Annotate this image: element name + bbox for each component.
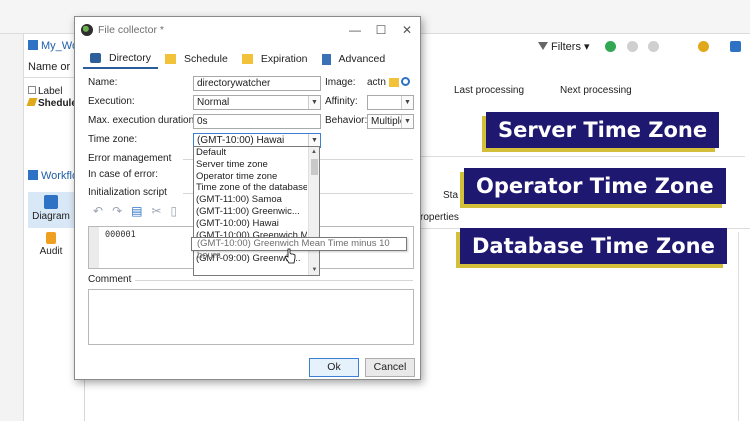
tab-advanced[interactable]: Advanced — [315, 49, 393, 69]
timezone-option[interactable]: Default — [194, 147, 307, 159]
behavior-label: Behavior: — [325, 115, 368, 126]
affinity-select[interactable]: ▼ — [367, 95, 414, 110]
pencil-icon — [26, 98, 38, 106]
caption-database-time-zone: Database Time Zone — [460, 228, 727, 264]
vertical-scrollbar[interactable] — [738, 232, 748, 421]
ok-button[interactable]: Ok — [309, 358, 359, 377]
undo-icon[interactable]: ↶ — [93, 204, 103, 218]
chevron-down-icon: ▼ — [401, 96, 413, 109]
briefcase-icon — [90, 53, 101, 63]
chevron-up-icon[interactable]: ▲ — [309, 147, 319, 157]
close-icon[interactable]: ✕ — [394, 23, 420, 37]
paste-icon[interactable]: ▯ — [171, 204, 178, 218]
tree-item-sheduler[interactable]: Sheduler — [26, 98, 81, 109]
max-duration-label: Max. execution duration: — [88, 115, 197, 126]
tab-expiration[interactable]: Expiration — [235, 49, 315, 69]
comment-textarea[interactable] — [88, 289, 414, 345]
tree-item-label[interactable]: Label — [28, 86, 62, 97]
stop-icon[interactable] — [627, 41, 638, 52]
search-icon[interactable] — [401, 77, 410, 86]
minimize-icon[interactable]: — — [342, 23, 368, 37]
sidebar-audit-button[interactable]: Audit — [28, 232, 74, 257]
clipboard-icon — [321, 53, 331, 65]
diagram-icon — [44, 195, 58, 209]
audit-icon — [46, 232, 56, 244]
dialog-titlebar[interactable]: File collector * — ☐ ✕ — [75, 17, 420, 43]
behavior-select[interactable]: Multiple ▼ — [367, 114, 414, 129]
timezone-label: Time zone: — [88, 134, 138, 145]
dialog-title: File collector * — [98, 24, 164, 36]
pause-icon[interactable] — [648, 41, 659, 52]
left-strip — [0, 34, 24, 421]
timezone-tooltip: (GMT-10:00) Greenwich Mean Time minus 10… — [191, 237, 407, 261]
properties-label: roperties — [420, 212, 459, 223]
grid-divider — [420, 156, 745, 157]
name-label: Name: — [88, 77, 118, 88]
chevron-down-icon: ▼ — [308, 96, 320, 109]
hand-cursor-icon — [284, 248, 296, 264]
column-header: Last processing Next processing — [420, 84, 742, 100]
column-next-processing[interactable]: Next processing — [560, 85, 632, 96]
max-duration-input[interactable]: 0s — [193, 114, 321, 129]
funnel-icon — [538, 42, 548, 50]
dropdown-scrollbar[interactable]: ▲ ▼ — [308, 147, 319, 275]
folder-icon[interactable] — [389, 78, 399, 87]
execution-select[interactable]: Normal ▼ — [193, 95, 321, 110]
timezone-option[interactable]: (GMT-10:00) Hawai — [194, 218, 307, 230]
sta-label: Sta — [443, 190, 459, 201]
in-case-of-error-label: In case of error: — [88, 169, 159, 180]
caption-operator-time-zone: Operator Time Zone — [464, 168, 726, 204]
folder-icon — [165, 54, 177, 64]
tab-directory[interactable]: Directory — [83, 49, 159, 69]
maximize-icon[interactable]: ☐ — [368, 23, 394, 37]
window-controls: — ☐ ✕ — [342, 23, 420, 37]
copy-icon[interactable]: ▤ — [131, 204, 142, 218]
workflow-tab[interactable]: Workflo — [28, 170, 78, 182]
gear-icon[interactable] — [698, 41, 709, 52]
image-input[interactable]: actn — [366, 76, 390, 91]
folder-icon — [241, 54, 253, 64]
chevron-down-icon[interactable]: ▼ — [309, 265, 320, 275]
timezone-option[interactable]: (GMT-11:00) Greenwic... — [194, 206, 307, 218]
timezone-option[interactable]: Operator time zone — [194, 171, 307, 183]
grid-icon[interactable] — [730, 41, 741, 52]
init-script-label: Initialization script — [88, 187, 167, 198]
cancel-button[interactable]: Cancel — [365, 358, 415, 377]
script-gutter — [89, 227, 99, 268]
left-tab-my-workflow[interactable]: My_Wo — [28, 40, 78, 52]
app-logo-icon — [81, 24, 93, 36]
sidebar-diagram-button[interactable]: Diagram — [28, 192, 74, 228]
name-input[interactable]: directorywatcher — [193, 76, 321, 91]
workflow-icon — [28, 40, 38, 50]
comment-label: Comment — [88, 274, 132, 285]
execution-label: Execution: — [88, 96, 135, 107]
image-label: Image: — [325, 77, 356, 88]
workflow-icon — [28, 170, 38, 180]
timezone-option[interactable]: (GMT-11:00) Samoa — [194, 194, 307, 206]
separator — [135, 280, 413, 281]
timezone-option[interactable]: Time zone of the database — [194, 182, 307, 194]
affinity-label: Affinity: — [325, 96, 358, 107]
tab-schedule[interactable]: Schedule — [158, 49, 235, 69]
play-icon[interactable] — [605, 41, 616, 52]
script-line-number: 000001 — [105, 230, 136, 240]
script-toolbar: ↶ ↷ ▤ ✂ ▯ — [93, 204, 177, 218]
filters-button[interactable]: Filters ▾ — [538, 40, 590, 53]
caption-server-time-zone: Server Time Zone — [486, 112, 720, 148]
label-icon — [28, 86, 36, 94]
timezone-option[interactable]: Server time zone — [194, 159, 307, 171]
chevron-down-icon: ▼ — [401, 115, 413, 128]
scroll-thumb[interactable] — [311, 159, 318, 175]
dialog-tabs: Directory Schedule Expiration Advanced — [83, 49, 392, 69]
redo-icon[interactable]: ↷ — [112, 204, 122, 218]
cut-icon[interactable]: ✂ — [151, 204, 161, 218]
error-management-label: Error management — [88, 153, 172, 164]
column-last-processing[interactable]: Last processing — [454, 85, 524, 96]
